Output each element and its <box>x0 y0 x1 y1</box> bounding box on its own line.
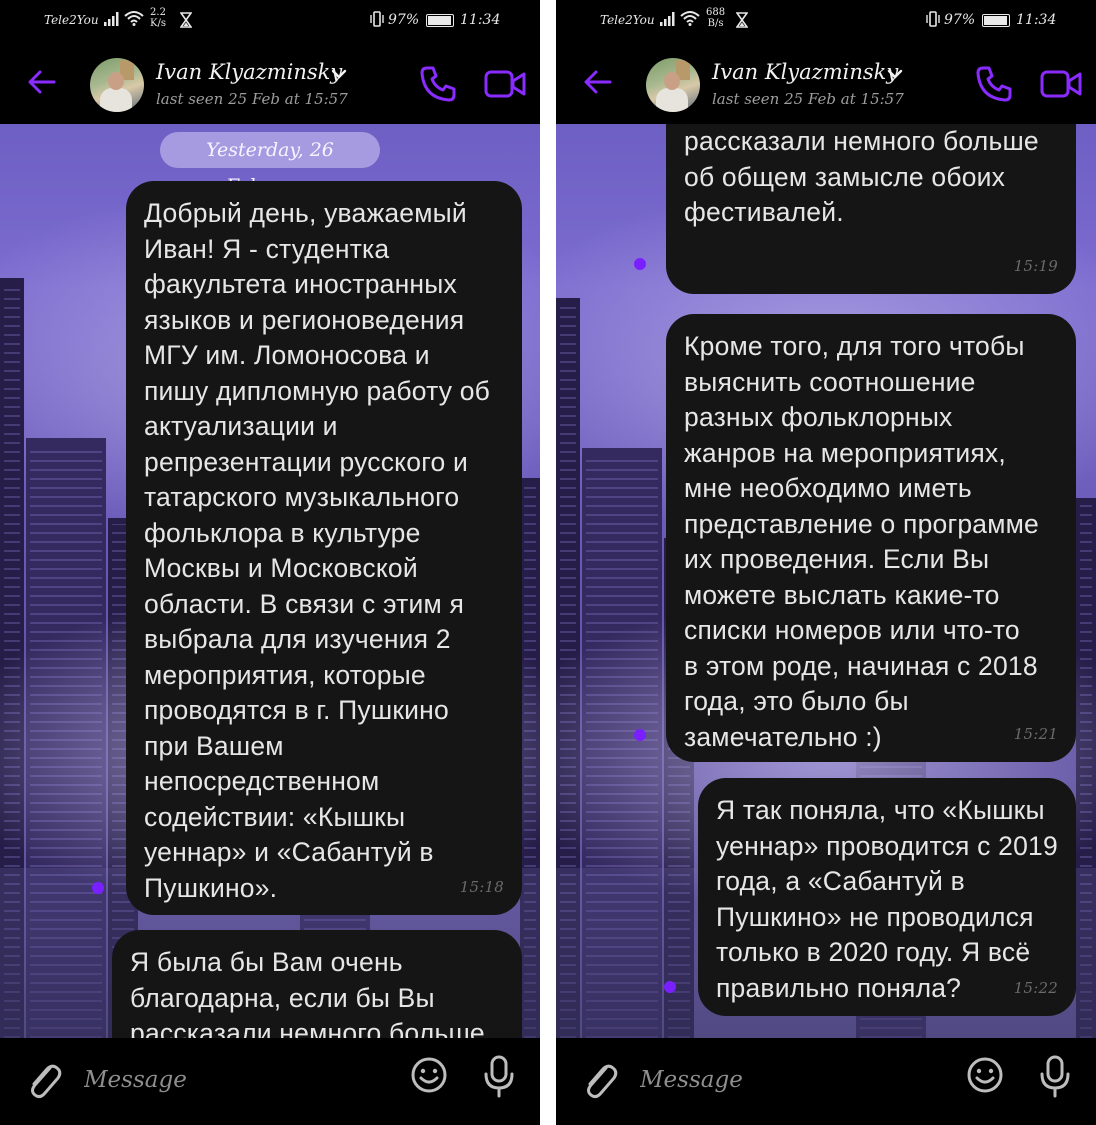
carrier-label: Tele2You <box>44 13 99 27</box>
battery-percent: 97% <box>388 12 420 28</box>
chat-header: Ivan Klyazminsky last seen 25 Feb at 15:… <box>0 44 540 124</box>
unread-dot <box>634 258 646 270</box>
clock: 11:34 <box>460 12 501 28</box>
clock: 11:34 <box>1016 12 1057 28</box>
date-separator: Yesterday, 26 February <box>160 132 380 197</box>
last-seen-status: last seen 25 Feb at 15:57 <box>712 90 904 108</box>
battery-icon <box>982 14 1010 27</box>
network-speed: 688 B/s <box>706 7 725 29</box>
signal-icon <box>104 12 119 26</box>
attach-icon[interactable] <box>24 1058 64 1102</box>
wifi-icon <box>124 11 144 26</box>
call-icon[interactable] <box>418 64 458 104</box>
message-bubble[interactable]: Я была бы Вам очень благодарна, если бы … <box>112 930 522 1038</box>
carrier-label: Tele2You <box>600 13 655 27</box>
contact-name[interactable]: Ivan Klyazminsky <box>156 60 342 84</box>
call-icon[interactable] <box>974 64 1014 104</box>
status-bar: Tele2You 688 B/s 97% 11:34 <box>556 0 1096 44</box>
message-text: Я была бы Вам очень благодарна, если бы … <box>684 126 1039 227</box>
emoji-icon[interactable] <box>966 1056 1004 1094</box>
avatar[interactable] <box>646 58 700 112</box>
message-bubble[interactable]: Я так поняла, что «Кышкы уеннар» проводи… <box>698 778 1076 1016</box>
speed-value: 2.2 <box>150 7 166 18</box>
battery-icon <box>426 14 454 27</box>
wifi-icon <box>680 11 700 26</box>
message-time: 15:18 <box>459 877 504 896</box>
message-composer <box>0 1038 540 1125</box>
message-time: 15:19 <box>1013 256 1058 275</box>
attach-icon[interactable] <box>580 1058 620 1102</box>
phone-screen-left: Tele2You 2.2 K/s 97% 11:34 Ivan Klyazmin… <box>0 0 540 1125</box>
unread-dot <box>634 729 646 741</box>
message-input[interactable] <box>84 1062 384 1098</box>
message-bubble[interactable]: Я была бы Вам очень благодарна, если бы … <box>666 124 1076 294</box>
contact-name[interactable]: Ivan Klyazminsky <box>712 60 898 84</box>
message-list[interactable]: Я была бы Вам очень благодарна, если бы … <box>556 124 1096 1038</box>
back-arrow-icon[interactable] <box>582 66 614 98</box>
message-text: Добрый день, уважаемый Иван! Я - студент… <box>144 198 491 903</box>
battery-percent: 97% <box>944 12 976 28</box>
message-time: 15:21 <box>1013 724 1058 743</box>
message-bubble[interactable]: Добрый день, уважаемый Иван! Я - студент… <box>126 181 522 915</box>
chat-header: Ivan Klyazminsky last seen 25 Feb at 15:… <box>556 44 1096 124</box>
video-call-icon[interactable] <box>1040 66 1082 102</box>
signal-icon <box>660 12 675 26</box>
back-arrow-icon[interactable] <box>26 66 58 98</box>
avatar[interactable] <box>90 58 144 112</box>
message-time: 15:22 <box>1013 978 1058 997</box>
vibrate-icon <box>926 11 940 27</box>
speed-unit: K/s <box>150 18 166 29</box>
vibrate-icon <box>370 11 384 27</box>
speed-value: 688 <box>706 7 726 18</box>
chevron-down-icon[interactable] <box>886 68 904 80</box>
message-composer <box>556 1038 1096 1125</box>
speed-unit: B/s <box>707 18 724 29</box>
message-text: Я была бы Вам очень благодарна, если бы … <box>130 947 485 1038</box>
message-bubble[interactable]: Кроме того, для того чтобы выяснить соот… <box>666 314 1076 762</box>
message-text: Кроме того, для того чтобы выяснить соот… <box>684 331 1039 752</box>
microphone-icon[interactable] <box>482 1054 516 1098</box>
message-input[interactable] <box>640 1062 940 1098</box>
network-speed: 2.2 K/s <box>150 7 166 29</box>
hourglass-icon <box>736 12 748 28</box>
chevron-down-icon[interactable] <box>330 68 348 80</box>
video-call-icon[interactable] <box>484 66 526 102</box>
hourglass-icon <box>180 12 192 28</box>
phone-screen-right: Tele2You 688 B/s 97% 11:34 Ivan Klyazmin… <box>556 0 1096 1125</box>
unread-dot <box>92 882 104 894</box>
microphone-icon[interactable] <box>1038 1054 1072 1098</box>
message-list[interactable]: Yesterday, 26 February Добрый день, уваж… <box>0 124 540 1038</box>
emoji-icon[interactable] <box>410 1056 448 1094</box>
status-bar: Tele2You 2.2 K/s 97% 11:34 <box>0 0 540 44</box>
last-seen-status: last seen 25 Feb at 15:57 <box>156 90 348 108</box>
message-text: Я так поняла, что «Кышкы уеннар» проводи… <box>716 795 1058 1003</box>
unread-dot <box>664 981 676 993</box>
